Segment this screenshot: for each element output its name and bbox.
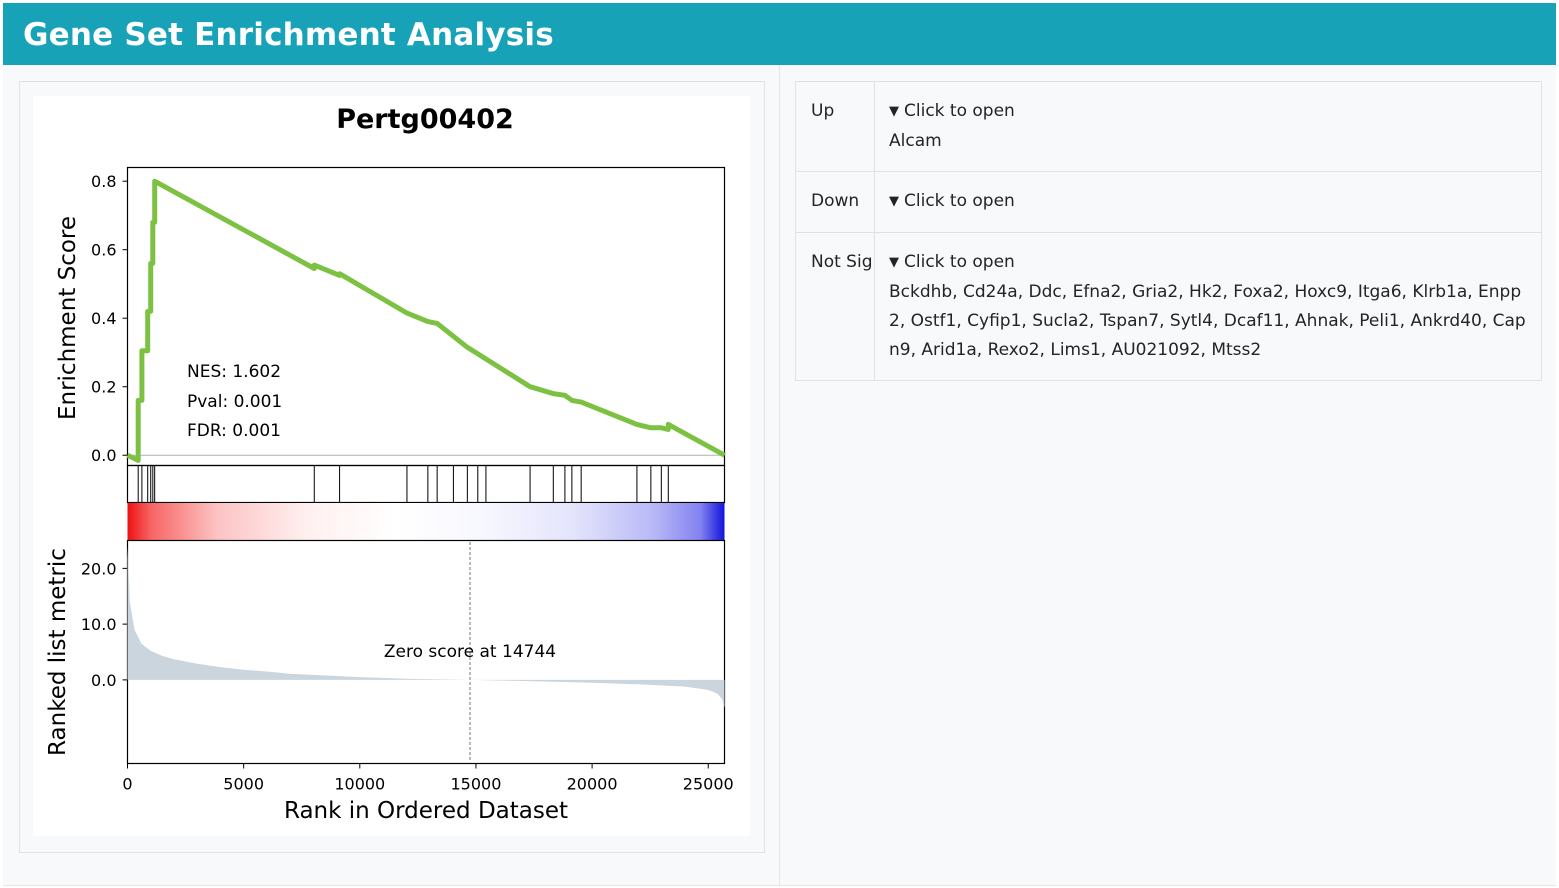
toggle-label: Click to open (904, 191, 1015, 211)
page-header: Gene Set Enrichment Analysis (3, 3, 1556, 65)
table-row-notsig: Not Sig ▼ Click to open Bckdhb, Cd24a, Dd… (796, 233, 1541, 380)
es-curve (126, 178, 726, 463)
gsea-svg: Pertg00402 0.0 0.2 0.4 0.6 0.8 0.0 10.0 20.0 0 50… (45, 104, 734, 824)
toggle-notsig[interactable]: ▼ Click to open (889, 248, 1531, 278)
toggle-label: Click to open (904, 252, 1015, 272)
stat-fdr: FDR: 0.001 (187, 421, 281, 441)
toggle-down[interactable]: ▼ Click to open (889, 187, 1531, 217)
zero-score-label: Zero score at 14744 (384, 642, 556, 662)
x-tick-label: 0 (122, 775, 132, 794)
metric-area (127, 546, 725, 708)
triangle-down-icon: ▼ (889, 104, 899, 119)
row-value: ▼ Click to open (875, 172, 1541, 232)
table-row-down: Down ▼ Click to open (796, 172, 1541, 233)
x-tick-label: 20000 (567, 775, 618, 794)
es-y-tick-label: 0.0 (91, 446, 116, 465)
gene-table: Up ▼ Click to open Alcam Down ▼ Click to o… (795, 81, 1542, 381)
page-title: Gene Set Enrichment Analysis (23, 17, 554, 53)
rank-colorbar (127, 503, 725, 540)
metric-axis-label: Ranked list metric (45, 548, 71, 756)
gsea-plot: Pertg00402 0.0 0.2 0.4 0.6 0.8 0.0 10.0 20.0 0 50… (33, 96, 750, 836)
stat-pval: Pval: 0.001 (187, 392, 282, 412)
column-divider (779, 65, 780, 885)
chart-dynamic-layer: 0.0 0.2 0.4 0.6 0.8 0.0 10.0 20.0 0 5000 10000 1500… (81, 172, 734, 793)
es-y-tick-label: 0.2 (91, 378, 116, 397)
es-axis-label: Enrichment Score (55, 216, 81, 420)
es-y-tick-label: 0.4 (91, 309, 116, 328)
gene-list-notsig: Bckdhb, Cd24a, Ddc, Efna2, Gria2, Hk2, F… (889, 282, 1526, 360)
row-label: Down (796, 172, 875, 232)
triangle-down-icon: ▼ (889, 194, 899, 209)
x-tick-label: 10000 (334, 775, 385, 794)
toggle-label: Click to open (904, 101, 1015, 121)
x-tick-label: 25000 (683, 775, 734, 794)
toggle-up[interactable]: ▼ Click to open (889, 97, 1531, 127)
gene-list-up: Alcam (889, 131, 942, 151)
row-label: Not Sig (796, 233, 875, 380)
table-row-up: Up ▼ Click to open Alcam (796, 82, 1541, 172)
es-y-tick-label: 0.8 (91, 172, 116, 191)
triangle-down-icon: ▼ (889, 255, 899, 270)
x-tick-label: 15000 (450, 775, 501, 794)
row-label: Up (796, 82, 875, 171)
metric-y-tick-label: 0.0 (91, 671, 116, 690)
x-tick-label: 5000 (223, 775, 264, 794)
row-value: ▼ Click to open Bckdhb, Cd24a, Ddc, Efna2… (875, 233, 1541, 380)
x-axis-label: Rank in Ordered Dataset (284, 798, 568, 824)
metric-y-tick-label: 10.0 (81, 615, 117, 634)
metric-y-tick-label: 20.0 (81, 559, 117, 578)
hits-panel-frame (126, 464, 726, 504)
chart-title: Pertg00402 (336, 104, 514, 135)
stat-nes: NES: 1.602 (187, 362, 281, 382)
es-y-tick-label: 0.6 (91, 241, 116, 260)
row-value: ▼ Click to open Alcam (875, 82, 1541, 171)
